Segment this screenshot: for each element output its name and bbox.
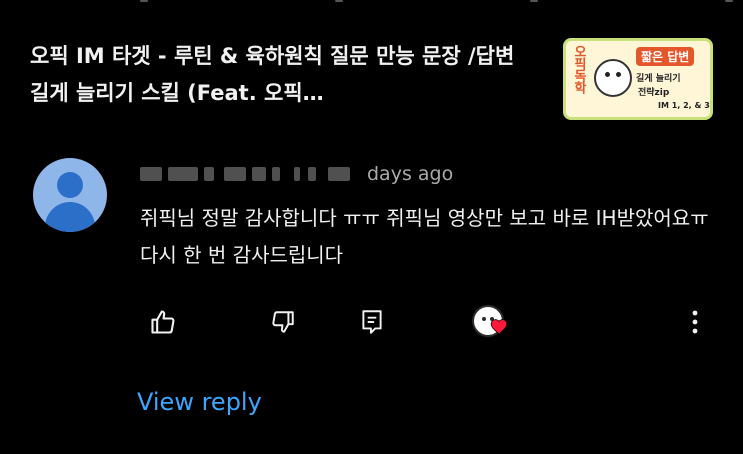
thumbnail-side-label: 오픽독학 — [571, 45, 586, 93]
thumbnail-line1: 길게 늘리기 — [636, 74, 681, 84]
thumbnail-line2: 전략zip — [638, 88, 670, 98]
avatar-body — [45, 202, 95, 232]
commenter-avatar[interactable] — [33, 158, 107, 232]
avatar-head — [57, 172, 83, 198]
top-edge-marks — [0, 0, 743, 10]
dislike-button[interactable] — [263, 302, 303, 342]
video-thumbnail[interactable]: 오픽독학 짧은 답변 길게 늘리기 전략zip IM 1, 2, & 3 — [563, 38, 713, 120]
view-reply-link[interactable]: View reply — [137, 384, 262, 420]
creator-heart-button[interactable] — [468, 300, 516, 344]
like-button[interactable] — [143, 302, 183, 342]
thumbnail-badge: 짧은 답변 — [636, 47, 695, 66]
thumbnail-tag: IM 1, 2, & 3 — [658, 101, 710, 110]
comment-text: 쥐픽님 정말 감사합니다 ㅠㅠ 쥐픽님 영상만 보고 바로 IH받았어요ㅠ 다시… — [140, 206, 709, 267]
more-vert-icon — [692, 310, 698, 334]
reply-icon — [362, 310, 382, 334]
thumb-up-icon — [151, 310, 175, 334]
video-title[interactable]: 오픽 IM 타겟 - 루틴 & 육하원칙 질문 만능 문장 /답변 길게 늘리기… — [30, 38, 530, 112]
creator-heart-icon — [490, 319, 508, 335]
mascot-icon — [594, 59, 632, 97]
more-options-button[interactable] — [675, 302, 715, 342]
author-name-blurred[interactable] — [140, 160, 360, 188]
thumb-down-icon — [272, 311, 294, 333]
comment-time: days ago — [367, 163, 454, 185]
reply-button[interactable] — [352, 302, 392, 342]
